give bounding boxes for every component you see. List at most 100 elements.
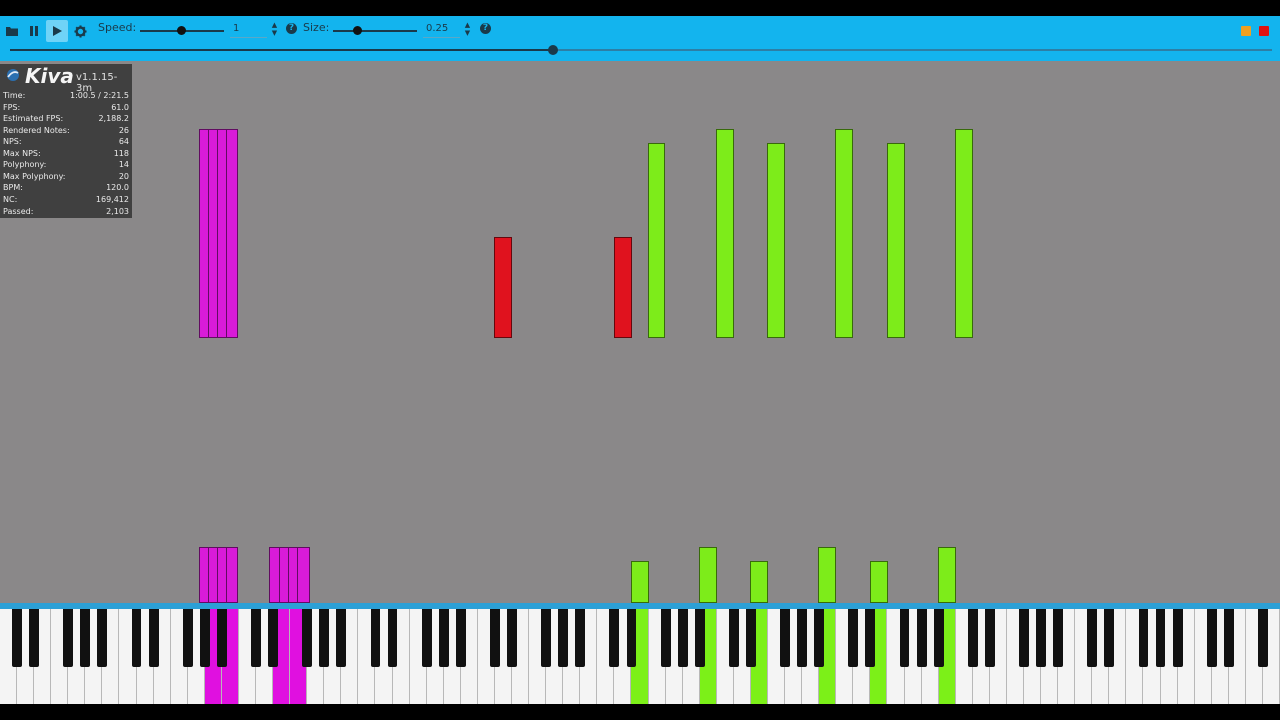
black-key[interactable] [438,609,449,667]
size-spinner[interactable]: ▲ ▼ [463,21,472,37]
black-key[interactable] [694,609,705,667]
black-key[interactable] [336,609,347,667]
stat-value: 120.0 [106,183,129,193]
note-green [648,143,665,338]
black-key[interactable] [626,609,637,667]
black-key[interactable] [848,609,859,667]
black-key[interactable] [131,609,142,667]
seek-knob[interactable] [548,45,558,55]
note-magenta [226,129,238,338]
black-key[interactable] [1019,609,1029,667]
stat-label: Passed: [3,206,34,216]
note-green [870,561,888,603]
size-slider-knob[interactable] [353,26,362,35]
black-key[interactable] [319,609,330,667]
black-key[interactable] [507,609,517,667]
black-key[interactable] [1053,609,1064,667]
black-key[interactable] [1257,609,1268,667]
stat-value: 14 [118,160,129,170]
black-key[interactable] [268,609,278,667]
stat-row: Polyphony: 14 [3,159,129,170]
speed-spinner[interactable]: ▲ ▼ [270,21,279,37]
speed-input[interactable]: 1 [230,21,267,38]
black-key[interactable] [1104,609,1115,667]
note-red [494,237,512,338]
stat-row: Max Polyphony: 20 [3,171,129,182]
black-key[interactable] [216,609,227,667]
black-key[interactable] [370,609,381,667]
black-key[interactable] [728,609,739,667]
black-key[interactable] [199,609,210,667]
black-key[interactable] [1036,609,1046,667]
close-button[interactable] [1259,26,1269,36]
note-green [631,561,649,603]
black-key[interactable] [899,609,910,667]
stat-value: 118 [113,148,129,158]
size-increment-icon[interactable]: ▲ [463,21,472,29]
stat-value: 64 [118,137,129,147]
note-stage [0,61,1280,603]
stat-value: 20 [118,171,129,181]
black-key[interactable] [916,609,927,667]
stat-value: 1:00.5 / 2:21.5 [70,91,129,100]
stat-value: 2,103 [106,206,129,216]
black-key[interactable] [967,609,978,667]
stat-row: Passed: 2,103 [3,206,129,217]
black-key[interactable] [182,609,193,667]
black-key[interactable] [29,609,40,667]
note-green [699,547,717,603]
black-key[interactable] [1172,609,1183,667]
black-key[interactable] [1223,609,1234,667]
play-button[interactable] [46,20,68,42]
stat-label: FPS: [3,102,21,112]
black-key[interactable] [780,609,790,667]
black-key[interactable] [489,609,500,667]
stat-row: NC: 169,412 [3,194,129,205]
black-key[interactable] [865,609,876,667]
black-key[interactable] [97,609,108,667]
black-key[interactable] [1138,609,1149,667]
settings-button[interactable] [69,20,91,42]
speed-slider-knob[interactable] [177,26,186,35]
size-input[interactable]: 0.25 [423,21,460,38]
stats-panel: Kiva v1.1.15-3m Time: 1:00.5 / 2:21.5 FPS:… [0,64,132,218]
speed-help-icon[interactable]: ? [286,23,297,34]
black-key[interactable] [63,609,74,667]
black-key[interactable] [421,609,432,667]
size-decrement-icon[interactable]: ▼ [463,29,472,37]
black-key[interactable] [455,609,466,667]
black-key[interactable] [148,609,159,667]
black-key[interactable] [933,609,944,667]
black-key[interactable] [1206,609,1217,667]
stat-row: FPS: 61.0 [3,102,129,113]
note-green [716,129,734,338]
black-key[interactable] [660,609,671,667]
black-key[interactable] [677,609,688,667]
black-key[interactable] [12,609,22,667]
speed-increment-icon[interactable]: ▲ [270,21,279,29]
stat-label: BPM: [3,183,23,193]
black-key[interactable] [984,609,995,667]
black-key[interactable] [80,609,91,667]
size-help-icon[interactable]: ? [480,23,491,34]
black-key[interactable] [1087,609,1098,667]
black-key[interactable] [745,609,756,667]
black-key[interactable] [387,609,398,667]
black-key[interactable] [1155,609,1166,667]
black-key[interactable] [814,609,825,667]
black-key[interactable] [797,609,808,667]
black-key[interactable] [251,609,261,667]
stat-row: Rendered Notes: 26 [3,125,129,136]
note-magenta [226,547,238,603]
gear-icon [73,24,87,38]
speed-decrement-icon[interactable]: ▼ [270,29,279,37]
stat-value: 61.0 [111,102,129,112]
black-key[interactable] [541,609,552,667]
black-key[interactable] [609,609,620,667]
black-key[interactable] [575,609,586,667]
black-key[interactable] [558,609,569,667]
pause-button[interactable] [23,20,45,42]
minimize-button[interactable] [1241,26,1251,36]
open-file-button[interactable] [1,20,23,42]
black-key[interactable] [302,609,313,667]
